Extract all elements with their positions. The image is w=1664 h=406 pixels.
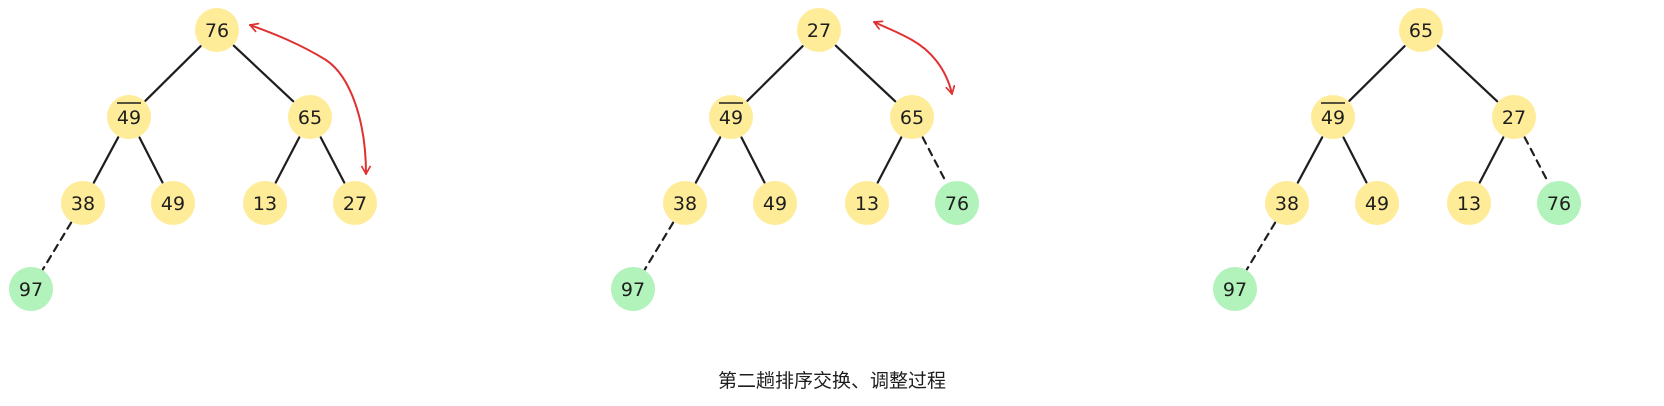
node-value: 76 [1547, 193, 1571, 215]
tree-edge [232, 44, 295, 103]
node-value: 27 [807, 20, 831, 42]
tree-edge [740, 136, 766, 184]
tree-node: 27 [797, 8, 841, 52]
swap-arrow [873, 20, 956, 95]
tree-node: 38 [1265, 181, 1309, 225]
tree-edge-dashed [1245, 221, 1277, 271]
tree-node: 27 [333, 181, 377, 225]
tree-edge [144, 45, 202, 102]
node-value: 65 [900, 107, 924, 129]
tree-edge-dashed [41, 221, 73, 271]
tree-edge [1436, 44, 1499, 103]
node-value: 49 [1365, 193, 1389, 215]
tree-node: 13 [243, 181, 287, 225]
node-value: 27 [1502, 107, 1526, 129]
figure-caption: 第二趟排序交换、调整过程 [717, 370, 946, 392]
tree-node: 49 [151, 181, 195, 225]
node-value: 13 [1457, 193, 1481, 215]
tree-edge [319, 136, 346, 184]
node-value: 38 [673, 193, 697, 215]
heap-tree-2: 27 49 65 38 49 13 76 97 [611, 8, 979, 311]
tree-edge [138, 136, 164, 184]
tree-node: 65 [288, 95, 332, 139]
tree-edge-dashed [1523, 136, 1550, 184]
tree-node: 49 [1311, 95, 1355, 139]
node-value: 49 [719, 107, 743, 129]
tree-node: 65 [1399, 8, 1443, 52]
tree-edge [694, 136, 722, 184]
node-value: 65 [298, 107, 322, 129]
node-value: 38 [71, 193, 95, 215]
node-value: 97 [621, 279, 645, 301]
tree-edge [1296, 136, 1324, 184]
tree-node: 76 [195, 8, 239, 52]
node-value: 97 [1223, 279, 1247, 301]
heap-sort-diagram: 76 49 65 38 49 13 27 97 27 49 65 38 49 13 76 97 65 49 27 38… [9, 8, 1581, 311]
tree-edge [876, 136, 903, 184]
tree-edge [834, 44, 897, 103]
node-value: 13 [855, 193, 879, 215]
tree-node: 38 [61, 181, 105, 225]
node-value: 49 [161, 193, 185, 215]
tree-node: 27 [1492, 95, 1536, 139]
heap-tree-1: 76 49 65 38 49 13 27 97 [9, 8, 377, 311]
tree-edge [1348, 45, 1406, 102]
tree-node: 76 [1537, 181, 1581, 225]
tree-node: 97 [611, 267, 655, 311]
tree-node: 49 [1355, 181, 1399, 225]
tree-node: 13 [1447, 181, 1491, 225]
tree-edge [92, 136, 120, 184]
node-value: 76 [205, 20, 229, 42]
tree-edge [1478, 136, 1505, 184]
tree-edge-dashed [921, 136, 948, 184]
node-value: 49 [1321, 107, 1345, 129]
node-value: 76 [945, 193, 969, 215]
tree-edge-dashed [643, 221, 675, 271]
tree-node: 49 [753, 181, 797, 225]
tree-node: 97 [1213, 267, 1257, 311]
heap-tree-3: 65 49 27 38 49 13 76 97 [1213, 8, 1581, 311]
tree-node: 65 [890, 95, 934, 139]
tree-node: 49 [107, 95, 151, 139]
node-value: 38 [1275, 193, 1299, 215]
tree-node: 97 [9, 267, 53, 311]
node-value: 49 [117, 107, 141, 129]
tree-edge [1342, 136, 1368, 184]
tree-node: 76 [935, 181, 979, 225]
tree-node: 49 [709, 95, 753, 139]
node-value: 65 [1409, 20, 1433, 42]
node-value: 13 [253, 193, 277, 215]
tree-edge [274, 136, 301, 184]
tree-node: 13 [845, 181, 889, 225]
node-value: 97 [19, 279, 43, 301]
tree-edge [746, 45, 804, 102]
tree-node: 38 [663, 181, 707, 225]
node-value: 27 [343, 193, 367, 215]
node-value: 49 [763, 193, 787, 215]
